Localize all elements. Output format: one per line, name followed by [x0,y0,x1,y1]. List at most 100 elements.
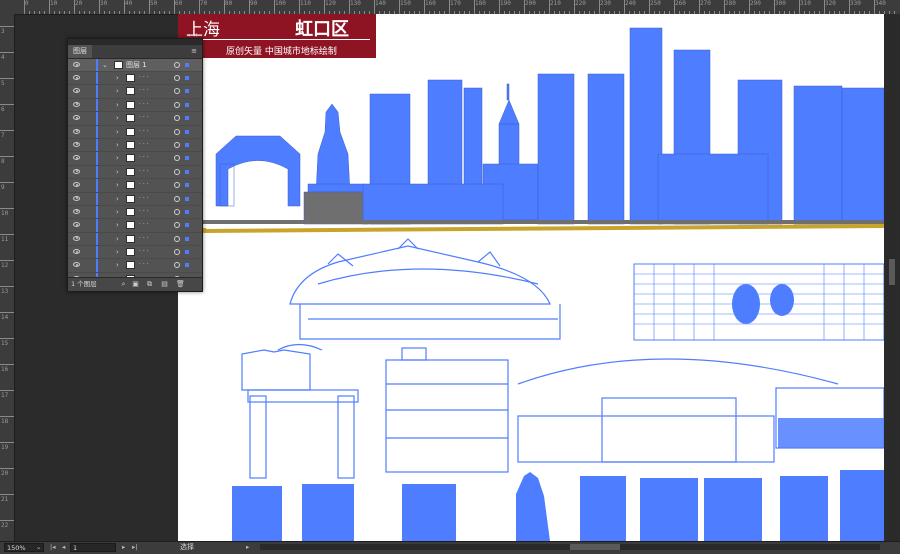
layer-row[interactable]: › · · · [68,219,202,233]
artboard[interactable]: 上海 虹口区 原创矢量 中国城市地标绘制 [178,14,884,541]
chevron-right-icon[interactable]: › [116,207,119,217]
selection-square-icon[interactable] [185,102,189,107]
chevron-right-icon[interactable]: › [116,140,119,150]
selection-square-icon[interactable] [185,169,189,174]
chevron-right-icon[interactable]: › [116,153,119,163]
layer-row[interactable]: › · · · [68,85,202,99]
previous-artboard-icon[interactable]: ◂ [62,542,65,553]
visibility-eye-icon[interactable] [73,195,80,201]
visibility-eye-icon[interactable] [73,128,80,134]
layer-row[interactable]: › · · · [68,138,202,153]
visibility-eye-icon[interactable] [73,88,80,94]
vertical-scrollbar[interactable] [887,14,897,541]
layer-row[interactable]: › · · · [68,205,202,220]
new-sublayer-icon[interactable]: ⧉ [146,280,153,288]
visibility-eye-icon[interactable] [73,168,80,174]
make-clipping-mask-icon[interactable]: ▣ [132,280,139,288]
visibility-eye-icon[interactable] [73,101,80,107]
artboard-number-field[interactable]: 1 [70,543,116,552]
layer-row[interactable]: › · · · [68,179,202,193]
selection-square-icon[interactable] [185,183,189,188]
target-circle-icon[interactable] [174,155,180,162]
status-menu-icon[interactable]: ▸ [246,542,249,553]
target-circle-icon[interactable] [174,262,180,269]
layers-panel[interactable]: » ✕ 图层 ≡ ⌄ 图层 1 › · · · › · · · › · · · › · · ·… [67,33,203,292]
visibility-eye-icon[interactable] [73,115,80,121]
selection-square-icon[interactable] [185,129,189,134]
chevron-right-icon[interactable]: › [116,127,119,137]
chevron-right-icon[interactable]: › [116,247,119,257]
selection-square-icon[interactable] [185,89,189,94]
first-artboard-icon[interactable]: |◂ [50,542,55,553]
chevron-right-icon[interactable]: › [116,73,119,83]
tab-layers[interactable]: 图层 [68,45,92,58]
visibility-eye-icon[interactable] [73,75,80,80]
layer-row[interactable]: › · · · [68,192,202,206]
layer-row[interactable]: › · · · [68,232,202,247]
target-circle-icon[interactable] [174,168,180,175]
selection-square-icon[interactable] [185,250,189,255]
horizontal-ruler[interactable]: 0 10 20 30 40 50 60 70 80 90 100 110 120 130 140 150 160… [0,0,900,15]
selection-square-icon[interactable] [185,142,189,147]
chevron-right-icon[interactable]: › [116,220,119,230]
selection-square-icon[interactable] [185,76,189,80]
layer-name[interactable]: 图层 1 [126,59,147,71]
visibility-eye-icon[interactable] [73,155,80,161]
chevron-right-icon[interactable]: › [116,260,119,270]
chevron-right-icon[interactable]: › [116,167,119,177]
target-circle-icon[interactable] [174,128,180,135]
target-circle-icon[interactable] [174,62,180,68]
next-artboard-icon[interactable]: ▸ [122,542,125,553]
target-circle-icon[interactable] [174,249,180,256]
layer-row[interactable]: › · · · [68,72,202,86]
vertical-scroll-thumb[interactable] [889,259,895,285]
target-circle-icon[interactable] [174,195,180,202]
visibility-eye-icon[interactable] [73,262,80,268]
target-circle-icon[interactable] [174,115,180,122]
layer-row[interactable]: › · · · [68,125,202,139]
chevron-right-icon[interactable]: › [116,100,119,110]
layer-row[interactable]: › · · · [68,259,202,273]
collapse-panel-icon[interactable]: » ✕ [187,33,198,39]
horizontal-scrollbar[interactable] [260,544,880,550]
selection-square-icon[interactable] [185,263,189,268]
locate-object-icon[interactable]: ⌕ [120,280,127,288]
delete-layer-icon[interactable]: 🗑 [176,280,185,288]
selection-square-icon[interactable] [185,236,189,241]
layer-row[interactable]: › · · · [68,152,202,166]
chevron-right-icon[interactable]: › [116,113,119,123]
target-circle-icon[interactable] [174,182,180,189]
visibility-eye-icon[interactable] [73,249,80,255]
chevron-right-icon[interactable]: › [116,194,119,204]
layer-row-top[interactable]: ⌄ 图层 1 [68,59,202,72]
selection-square-icon[interactable] [185,223,189,228]
new-layer-icon[interactable]: ▤ [161,280,168,288]
target-circle-icon[interactable] [174,101,180,108]
selection-square-icon[interactable] [185,196,189,201]
visibility-eye-icon[interactable] [73,182,80,188]
visibility-eye-icon[interactable] [73,62,80,67]
chevron-right-icon[interactable]: › [116,86,119,96]
chevron-right-icon[interactable]: › [116,234,119,244]
target-circle-icon[interactable] [174,222,180,229]
target-circle-icon[interactable] [174,88,180,95]
chevron-right-icon[interactable]: › [116,180,119,190]
layer-row[interactable]: › · · · [68,246,202,260]
selection-square-icon[interactable] [185,116,189,121]
selection-square-icon[interactable] [185,156,189,161]
selection-square-icon[interactable] [185,63,189,67]
visibility-eye-icon[interactable] [73,208,80,214]
visibility-eye-icon[interactable] [73,235,80,241]
layer-row[interactable]: › · · · [68,112,202,126]
last-artboard-icon[interactable]: ▸| [132,542,137,553]
vertical-ruler[interactable]: 3 4 5 6 7 8 9 10 11 12 13 14 15 16 17 18 19 20 21 22 [0,14,15,541]
target-circle-icon[interactable] [174,75,180,81]
panel-menu-icon[interactable]: ≡ [190,47,198,56]
layer-row[interactable]: › · · · [68,98,202,113]
horizontal-scroll-thumb[interactable] [570,544,620,550]
visibility-eye-icon[interactable] [73,141,80,147]
selection-square-icon[interactable] [185,209,189,214]
chevron-down-icon[interactable]: ⌄ [36,542,41,553]
visibility-eye-icon[interactable] [73,222,80,228]
target-circle-icon[interactable] [174,235,180,242]
